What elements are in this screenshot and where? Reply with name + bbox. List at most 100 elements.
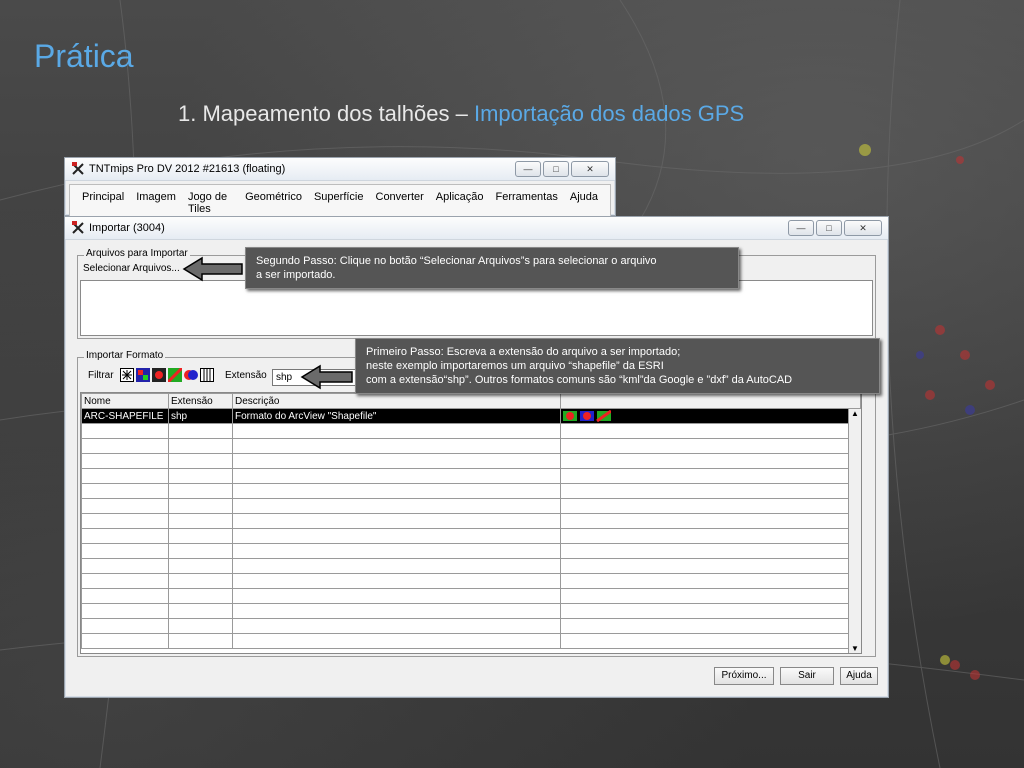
main-window-titlebar[interactable]: TNTmips Pro DV 2012 #21613 (floating) — … xyxy=(65,158,615,181)
table-cell-empty xyxy=(232,573,561,589)
menu-superficie[interactable]: Superfície xyxy=(308,189,370,217)
table-cell-empty xyxy=(560,468,861,484)
extension-label: Extensão xyxy=(225,370,267,381)
table-row-empty[interactable] xyxy=(81,558,861,574)
table-cell-empty xyxy=(232,543,561,559)
table-cell-empty xyxy=(81,453,169,469)
import-minimize-icon[interactable]: — xyxy=(788,220,814,236)
col-header-extensao[interactable]: Extensão xyxy=(168,393,233,409)
table-row-empty[interactable] xyxy=(81,423,861,439)
col-header-nome[interactable]: Nome xyxy=(81,393,169,409)
filter-all-icon[interactable] xyxy=(120,368,134,382)
table-cell-empty xyxy=(81,618,169,634)
slide-title: Prática xyxy=(34,38,134,74)
table-cell-empty xyxy=(232,633,561,649)
col-header-descricao[interactable]: Descrição xyxy=(232,393,561,409)
callout-second-step-line-1: Segundo Passo: Clique no botão “Selecion… xyxy=(256,255,657,267)
menu-jogo-de-tiles[interactable]: Jogo de Tiles xyxy=(182,189,239,217)
table-row-empty[interactable] xyxy=(81,438,861,454)
table-cell-empty xyxy=(168,543,233,559)
table-cell-empty xyxy=(232,468,561,484)
format-table-container: Nome Extensão Descrição ARC-SHAPEFILE sh… xyxy=(80,392,862,654)
import-maximize-icon[interactable]: □ xyxy=(816,220,842,236)
select-files-button[interactable]: Selecionar Arquivos... xyxy=(83,262,180,276)
menu-ferramentas[interactable]: Ferramentas xyxy=(490,189,564,217)
callout-first-step-line-1: Primeiro Passo: Escreva a extensão do ar… xyxy=(366,346,681,358)
scroll-down-icon[interactable]: ▼ xyxy=(849,644,861,653)
table-cell-empty xyxy=(168,558,233,574)
scroll-up-icon[interactable]: ▲ xyxy=(849,409,861,418)
table-row-empty[interactable] xyxy=(81,588,861,604)
arrow-to-select-files-icon xyxy=(182,256,243,282)
table-cell-empty xyxy=(168,633,233,649)
menu-geometrico[interactable]: Geométrico xyxy=(239,189,308,217)
table-cell-empty xyxy=(81,423,169,439)
table-cell-empty xyxy=(560,423,861,439)
table-row-empty[interactable] xyxy=(81,633,861,649)
table-cell-empty xyxy=(81,588,169,604)
callout-first-step-line-3: com a extensão“shp”. Outros formatos com… xyxy=(366,374,793,386)
menu-principal[interactable]: Principal xyxy=(76,189,130,217)
help-button[interactable]: Ajuda xyxy=(840,667,878,685)
table-scrollbar[interactable]: ▲ ▼ xyxy=(848,409,861,653)
slide-subtitle: 1. Mapeamento dos talhões – Importação d… xyxy=(178,101,744,127)
files-group-label: Arquivos para Importar xyxy=(84,248,190,259)
close-icon[interactable]: ✕ xyxy=(571,161,609,177)
table-cell-empty xyxy=(232,438,561,454)
filter-database-icon[interactable] xyxy=(200,368,214,382)
filter-cad-icon[interactable] xyxy=(168,368,182,382)
row-type-icons xyxy=(560,408,861,424)
table-cell-empty xyxy=(81,468,169,484)
import-window-titlebar[interactable]: Importar (3004) — □ ✕ xyxy=(65,217,888,240)
table-cell-empty xyxy=(560,603,861,619)
filter-raster-icon[interactable] xyxy=(136,368,150,382)
format-table: Nome Extensão Descrição ARC-SHAPEFILE sh… xyxy=(81,393,861,649)
table-cell-empty xyxy=(168,483,233,499)
filter-shape-icon[interactable] xyxy=(184,368,198,382)
table-cell-empty xyxy=(81,573,169,589)
menu-ajuda[interactable]: Ajuda xyxy=(564,189,604,217)
callout-first-step-line-2: neste exemplo importaremos um arquivo “s… xyxy=(366,360,664,372)
table-row-empty[interactable] xyxy=(81,483,861,499)
col-header-type[interactable] xyxy=(560,393,861,409)
subtitle-main: 1. Mapeamento dos talhões – xyxy=(178,101,474,126)
table-row-empty[interactable] xyxy=(81,573,861,589)
minimize-icon[interactable]: — xyxy=(515,161,541,177)
filter-vector-icon[interactable] xyxy=(152,368,166,382)
table-row-empty[interactable] xyxy=(81,543,861,559)
table-row-empty[interactable] xyxy=(81,453,861,469)
table-cell-empty xyxy=(560,438,861,454)
table-cell-empty xyxy=(168,513,233,529)
table-cell-empty xyxy=(560,618,861,634)
table-cell-empty xyxy=(168,498,233,514)
table-cell-empty xyxy=(81,558,169,574)
table-cell-empty xyxy=(81,603,169,619)
exit-button[interactable]: Sair xyxy=(780,667,834,685)
menu-converter[interactable]: Converter xyxy=(370,189,430,217)
table-cell-empty xyxy=(232,453,561,469)
table-cell-empty xyxy=(560,453,861,469)
table-cell-empty xyxy=(168,573,233,589)
import-close-icon[interactable]: ✕ xyxy=(844,220,882,236)
table-cell-empty xyxy=(81,483,169,499)
table-row-empty[interactable] xyxy=(81,603,861,619)
table-row-empty[interactable] xyxy=(81,618,861,634)
table-cell-empty xyxy=(232,618,561,634)
table-row-empty[interactable] xyxy=(81,528,861,544)
table-cell-empty xyxy=(81,513,169,529)
table-row-empty[interactable] xyxy=(81,468,861,484)
table-cell-empty xyxy=(232,513,561,529)
menu-aplicacao[interactable]: Aplicação xyxy=(430,189,490,217)
table-cell-empty xyxy=(560,528,861,544)
maximize-icon[interactable]: □ xyxy=(543,161,569,177)
table-row[interactable]: ARC-SHAPEFILE shp Formato do ArcView "Sh… xyxy=(81,408,861,424)
table-row-empty[interactable] xyxy=(81,513,861,529)
table-row-empty[interactable] xyxy=(81,498,861,514)
menu-imagem[interactable]: Imagem xyxy=(130,189,182,217)
table-cell-empty xyxy=(81,528,169,544)
table-cell-empty xyxy=(232,423,561,439)
row-type-icons-svg xyxy=(563,409,612,423)
next-button[interactable]: Próximo... xyxy=(714,667,774,685)
table-cell-empty xyxy=(81,498,169,514)
table-header-row: Nome Extensão Descrição xyxy=(81,393,861,409)
